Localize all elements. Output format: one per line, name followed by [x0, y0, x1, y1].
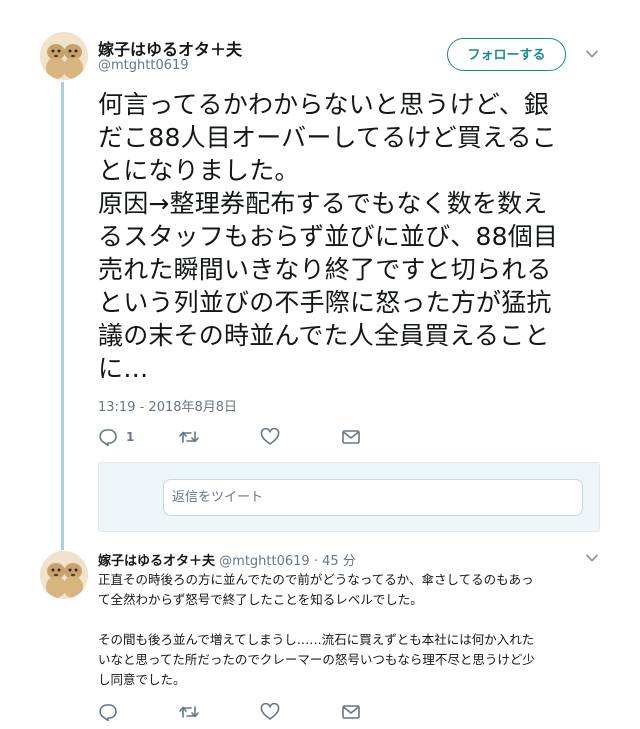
retweet-button[interactable] [178, 702, 200, 722]
avatar-image [40, 32, 88, 80]
timestamp[interactable]: 13:19 - 2018年8月8日 [98, 396, 237, 415]
tweet-actions: 1 [98, 427, 398, 451]
reply-separator: · [313, 554, 318, 569]
tweet-text-line: るスタッフもおらず並びに並び、88個目 [98, 222, 559, 251]
tweet-text-line: に… [98, 354, 149, 383]
retweet-button[interactable] [178, 427, 200, 447]
reply-icon [98, 428, 118, 446]
follow-button[interactable]: フォローする [447, 38, 566, 71]
like-icon [260, 703, 280, 721]
like-button[interactable] [260, 702, 280, 722]
reply-icon [98, 703, 118, 721]
reply-tweet-actions [98, 702, 398, 726]
avatar[interactable] [40, 551, 88, 599]
like-icon [260, 428, 280, 446]
chevron-down-icon[interactable] [584, 46, 600, 62]
tweet-text-line: 何言ってるかわからないと思うけど、銀 [98, 90, 550, 119]
reply-text-line: その間も後ろ並んで増えてしまうし……流石に買えずとも本社には何か入れた [98, 632, 535, 647]
reply-button[interactable] [98, 702, 118, 722]
tweet-text-line: とになりました。 [98, 156, 300, 185]
tweet-text-line: 議の末その時並んでた人全員買えること [98, 321, 550, 350]
reply-input[interactable] [163, 479, 583, 516]
thread-line [61, 82, 64, 550]
message-button[interactable] [341, 702, 361, 722]
handle[interactable]: @mtghtt0619 [98, 58, 189, 73]
reply-text-line: て全然わからず怒号で終了したことを知るレベルでした。 [98, 592, 423, 607]
reply-count: 1 [126, 430, 135, 444]
reply-time[interactable]: 45 分 [322, 554, 356, 569]
reply-header: 嫁子はゆるオタ＋夫 @mtghtt0619 · 45 分 [98, 550, 356, 569]
avatar-image [40, 551, 88, 599]
reply-text-line [98, 610, 600, 630]
reply-composer [98, 462, 600, 532]
message-icon [341, 428, 361, 446]
tweet-text-line: という列並びの不手際に怒った方が猛抗 [98, 288, 552, 317]
chevron-down-icon[interactable] [584, 550, 600, 566]
reply-text-line: し同意でした。 [98, 672, 186, 687]
reply-text-line: いなと思ってた所だったのでクレーマーの怒号いつもなら理不尽と思うけど少 [98, 652, 535, 667]
retweet-icon [178, 428, 200, 446]
tweet-text-line: 原因→整理券配布するでもなく数を数え [98, 189, 548, 218]
message-icon [341, 703, 361, 721]
tweet-text-line: 売れた瞬間いきなり終了ですと切られる [98, 255, 552, 284]
like-button[interactable] [260, 427, 280, 447]
reply-handle[interactable]: @mtghtt0619 [219, 554, 310, 569]
reply-button[interactable]: 1 [98, 427, 134, 447]
retweet-icon [178, 703, 200, 721]
message-button[interactable] [341, 427, 361, 447]
reply-display-name[interactable]: 嫁子はゆるオタ＋夫 [98, 554, 215, 569]
reply-text-line: 正直その時後ろの方に並んでたので前がどうなってるか、傘さしてるのもあっ [98, 572, 534, 587]
reply-text: 正直その時後ろの方に並んでたので前がどうなってるか、傘さしてるのもあっ て全然わ… [98, 570, 600, 690]
display-name[interactable]: 嫁子はゆるオタ＋夫 [98, 36, 242, 60]
tweet-text-line: だこ88人目オーバーしてるけど買えるこ [98, 123, 557, 152]
avatar[interactable] [40, 32, 88, 80]
tweet-text: 何言ってるかわからないと思うけど、銀 だこ88人目オーバーしてるけど買えるこ と… [98, 88, 598, 385]
